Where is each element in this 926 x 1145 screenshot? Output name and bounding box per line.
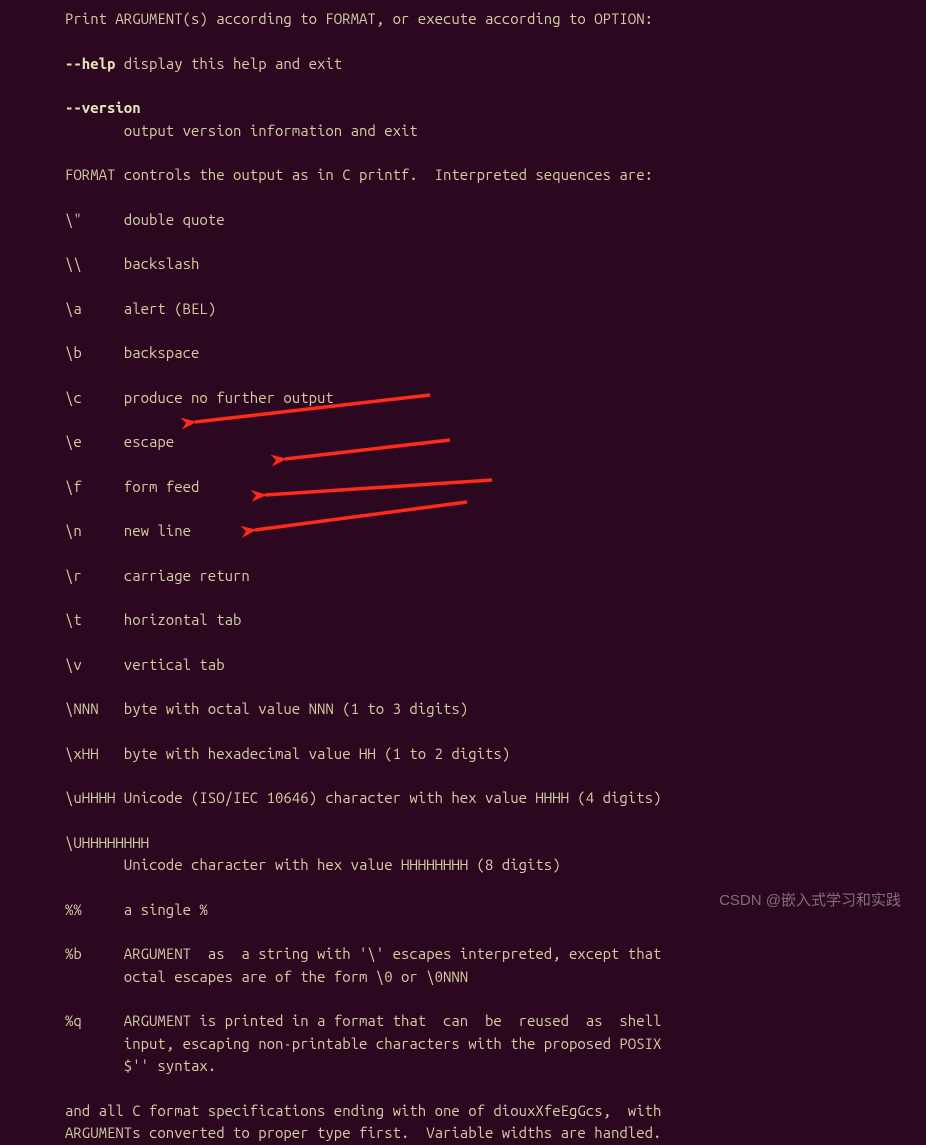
watermark: CSDN @嵌入式学习和实践 xyxy=(719,890,901,913)
text-line xyxy=(65,75,906,97)
text-line xyxy=(65,409,906,431)
text-line xyxy=(65,632,906,654)
text-line: output version information and exit xyxy=(65,120,906,143)
text-line: %b ARGUMENT as a string with '\' escapes… xyxy=(65,943,906,966)
text-line: \NNN byte with octal value NNN (1 to 3 d… xyxy=(65,698,906,721)
text-line: ARGUMENTs converted to proper type first… xyxy=(65,1122,906,1145)
text-line xyxy=(65,231,906,253)
text-line: \" double quote xyxy=(65,209,906,232)
text-line: \xHH byte with hexadecimal value HH (1 t… xyxy=(65,743,906,766)
text-line xyxy=(65,31,906,53)
text-line xyxy=(65,365,906,387)
text-line xyxy=(65,921,906,943)
text-line: and all C format specifications ending w… xyxy=(65,1100,906,1123)
option-version: --version xyxy=(65,97,906,120)
text-line: \UHHHHHHHH xyxy=(65,832,906,855)
text-line xyxy=(65,187,906,209)
text-line-carriage-return: \r carriage return xyxy=(65,565,906,588)
man-page-content: Print ARGUMENT(s) according to FORMAT, o… xyxy=(0,8,926,1145)
text-line xyxy=(65,1078,906,1100)
text-line xyxy=(65,810,906,832)
text-line: --help display this help and exit xyxy=(65,53,906,76)
text-line: FORMAT controls the output as in C print… xyxy=(65,164,906,187)
text-line: $'' syntax. xyxy=(65,1055,906,1078)
text-line xyxy=(65,765,906,787)
text-line: Unicode character with hex value HHHHHHH… xyxy=(65,854,906,877)
text-line: %q ARGUMENT is printed in a format that … xyxy=(65,1010,906,1033)
text-span: display this help and exit xyxy=(115,55,342,72)
text-line: \a alert (BEL) xyxy=(65,298,906,321)
text-line: \\ backslash xyxy=(65,253,906,276)
text-line: \f form feed xyxy=(65,476,906,499)
text-line xyxy=(65,276,906,298)
text-line xyxy=(65,721,906,743)
text-line: \uHHHH Unicode (ISO/IEC 10646) character… xyxy=(65,787,906,810)
text-line: \b backspace xyxy=(65,342,906,365)
text-line xyxy=(65,498,906,520)
text-line xyxy=(65,988,906,1010)
text-line xyxy=(65,676,906,698)
text-line: \e escape xyxy=(65,431,906,454)
text-line-vertical-tab: \v vertical tab xyxy=(65,654,906,677)
text-line xyxy=(65,142,906,164)
text-line: octal escapes are of the form \0 or \0NN… xyxy=(65,966,906,989)
text-line xyxy=(65,587,906,609)
text-line xyxy=(65,454,906,476)
text-line: \c produce no further output xyxy=(65,387,906,410)
text-line-horizontal-tab: \t horizontal tab xyxy=(65,609,906,632)
option-help: --help xyxy=(65,55,115,72)
text-line xyxy=(65,543,906,565)
text-line-newline: \n new line xyxy=(65,520,906,543)
text-line xyxy=(65,320,906,342)
text-line: Print ARGUMENT(s) according to FORMAT, o… xyxy=(65,8,906,31)
text-line: input, escaping non-printable characters… xyxy=(65,1033,906,1056)
